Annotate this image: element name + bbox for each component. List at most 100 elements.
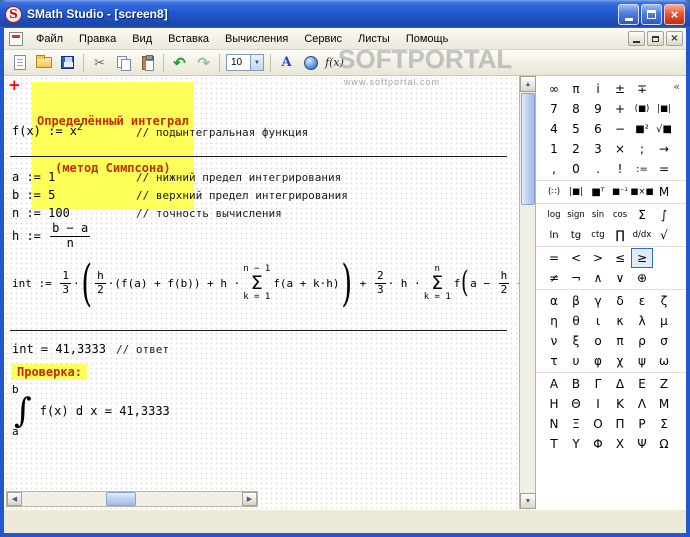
- new-document-button[interactable]: [8, 52, 31, 74]
- palette-button[interactable]: ∏: [609, 225, 631, 245]
- region-result[interactable]: int = 41,3333: [12, 342, 106, 356]
- font-button[interactable]: A: [275, 52, 298, 74]
- menu-item-help[interactable]: Помощь: [398, 30, 457, 48]
- palette-button[interactable]: tg: [565, 225, 587, 245]
- palette-button[interactable]: ±: [609, 79, 631, 99]
- palette-button[interactable]: Θ: [565, 394, 587, 414]
- palette-button[interactable]: Υ: [565, 434, 587, 454]
- minimize-button[interactable]: [618, 3, 639, 25]
- palette-button[interactable]: Μ: [653, 394, 675, 414]
- cut-button[interactable]: ✂: [88, 52, 111, 74]
- palette-button[interactable]: Ε: [631, 374, 653, 394]
- horizontal-scrollbar-track[interactable]: [22, 492, 242, 506]
- palette-button[interactable]: ∧: [587, 268, 609, 288]
- palette-button[interactable]: Ι: [587, 394, 609, 414]
- palette-button[interactable]: 7: [543, 99, 565, 119]
- menu-item-view[interactable]: Вид: [124, 30, 160, 48]
- palette-button[interactable]: ln: [543, 225, 565, 245]
- comment-result[interactable]: // ответ: [116, 343, 169, 356]
- palette-button[interactable]: sin: [587, 205, 609, 225]
- palette-button[interactable]: ■⁻¹: [609, 182, 631, 202]
- vertical-scrollbar-thumb[interactable]: [521, 93, 535, 205]
- palette-button[interactable]: β: [565, 291, 587, 311]
- palette-button[interactable]: ,: [543, 159, 565, 179]
- palette-button[interactable]: Ζ: [653, 374, 675, 394]
- palette-button[interactable]: Ψ: [631, 434, 653, 454]
- palette-button[interactable]: 9: [587, 99, 609, 119]
- palette-button[interactable]: ctg: [587, 225, 609, 245]
- menu-item-calculation[interactable]: Вычисления: [217, 30, 296, 48]
- font-size-combo[interactable]: 10 ▼: [226, 54, 264, 71]
- menu-item-edit[interactable]: Правка: [71, 30, 124, 48]
- palette-button[interactable]: −: [609, 119, 631, 139]
- palette-button[interactable]: >: [587, 248, 609, 268]
- palette-button[interactable]: Γ: [587, 374, 609, 394]
- palette-button[interactable]: (∷): [543, 182, 565, 202]
- palette-button[interactable]: ≥: [631, 248, 653, 268]
- open-button[interactable]: [32, 52, 55, 74]
- palette-button[interactable]: ≤: [609, 248, 631, 268]
- palette-button[interactable]: Χ: [609, 434, 631, 454]
- palette-button[interactable]: ν: [543, 331, 565, 351]
- menu-item-sheets[interactable]: Листы: [350, 30, 398, 48]
- palette-button[interactable]: φ: [587, 351, 609, 371]
- collapse-palette-button[interactable]: «: [673, 80, 680, 93]
- palette-button[interactable]: Τ: [543, 434, 565, 454]
- palette-button[interactable]: Α: [543, 374, 565, 394]
- palette-button[interactable]: Ρ: [631, 414, 653, 434]
- palette-button[interactable]: |■|: [653, 99, 675, 119]
- palette-button[interactable]: M: [653, 182, 675, 202]
- region-n-definition[interactable]: n := 100: [12, 206, 70, 220]
- palette-button[interactable]: 0: [565, 159, 587, 179]
- palette-button[interactable]: +: [609, 99, 631, 119]
- separator-line-2[interactable]: [10, 330, 507, 331]
- child-close-button[interactable]: ×: [666, 31, 683, 46]
- palette-button[interactable]: ;: [631, 139, 653, 159]
- scroll-right-button[interactable]: ▶: [242, 492, 257, 506]
- horizontal-scrollbar-thumb[interactable]: [106, 492, 136, 506]
- palette-button[interactable]: !: [609, 159, 631, 179]
- palette-button[interactable]: ⊕: [631, 268, 653, 288]
- palette-button[interactable]: 5: [565, 119, 587, 139]
- palette-button[interactable]: Ω: [653, 434, 675, 454]
- scroll-up-button[interactable]: ▲: [520, 76, 536, 92]
- palette-button[interactable]: μ: [653, 311, 675, 331]
- palette-button[interactable]: υ: [565, 351, 587, 371]
- palette-button[interactable]: σ: [653, 331, 675, 351]
- palette-button[interactable]: θ: [565, 311, 587, 331]
- palette-button[interactable]: ≠: [543, 268, 565, 288]
- palette-button[interactable]: =: [653, 159, 675, 179]
- palette-button[interactable]: cos: [609, 205, 631, 225]
- palette-button[interactable]: Φ: [587, 434, 609, 454]
- palette-button[interactable]: α: [543, 291, 565, 311]
- save-button[interactable]: [56, 52, 79, 74]
- child-restore-button[interactable]: [647, 31, 664, 46]
- palette-button[interactable]: ■×■: [630, 182, 653, 202]
- palette-button[interactable]: Δ: [609, 374, 631, 394]
- palette-button[interactable]: η: [543, 311, 565, 331]
- palette-button[interactable]: Ν: [543, 414, 565, 434]
- comment-b[interactable]: // верхний предел интегрирования: [136, 189, 348, 202]
- palette-button[interactable]: Β: [565, 374, 587, 394]
- palette-button[interactable]: sign: [565, 205, 587, 225]
- palette-button[interactable]: τ: [543, 351, 565, 371]
- palette-button[interactable]: ω: [653, 351, 675, 371]
- palette-button[interactable]: ζ: [653, 291, 675, 311]
- palette-button[interactable]: √: [653, 225, 675, 245]
- region-simpson-formula[interactable]: int := 13 · ( h2 · (f(a) + f(b)) + h · n…: [12, 258, 519, 308]
- palette-button[interactable]: 4: [543, 119, 565, 139]
- child-minimize-button[interactable]: [628, 31, 645, 46]
- scroll-down-button[interactable]: ▼: [520, 493, 536, 509]
- palette-button[interactable]: ×: [609, 139, 631, 159]
- palette-button[interactable]: ρ: [631, 331, 653, 351]
- palette-button[interactable]: Σ: [653, 414, 675, 434]
- palette-button[interactable]: ∞: [543, 79, 565, 99]
- separator-line-1[interactable]: [10, 156, 507, 157]
- palette-button[interactable]: 2: [565, 139, 587, 159]
- palette-button[interactable]: ξ: [565, 331, 587, 351]
- region-h-definition[interactable]: h := b − an: [12, 221, 92, 251]
- palette-button[interactable]: 1: [543, 139, 565, 159]
- vertical-scrollbar[interactable]: ▲ ▼: [520, 76, 536, 509]
- title-bar[interactable]: S SMath Studio - [screen8] ×: [0, 0, 690, 28]
- palette-button[interactable]: 3: [587, 139, 609, 159]
